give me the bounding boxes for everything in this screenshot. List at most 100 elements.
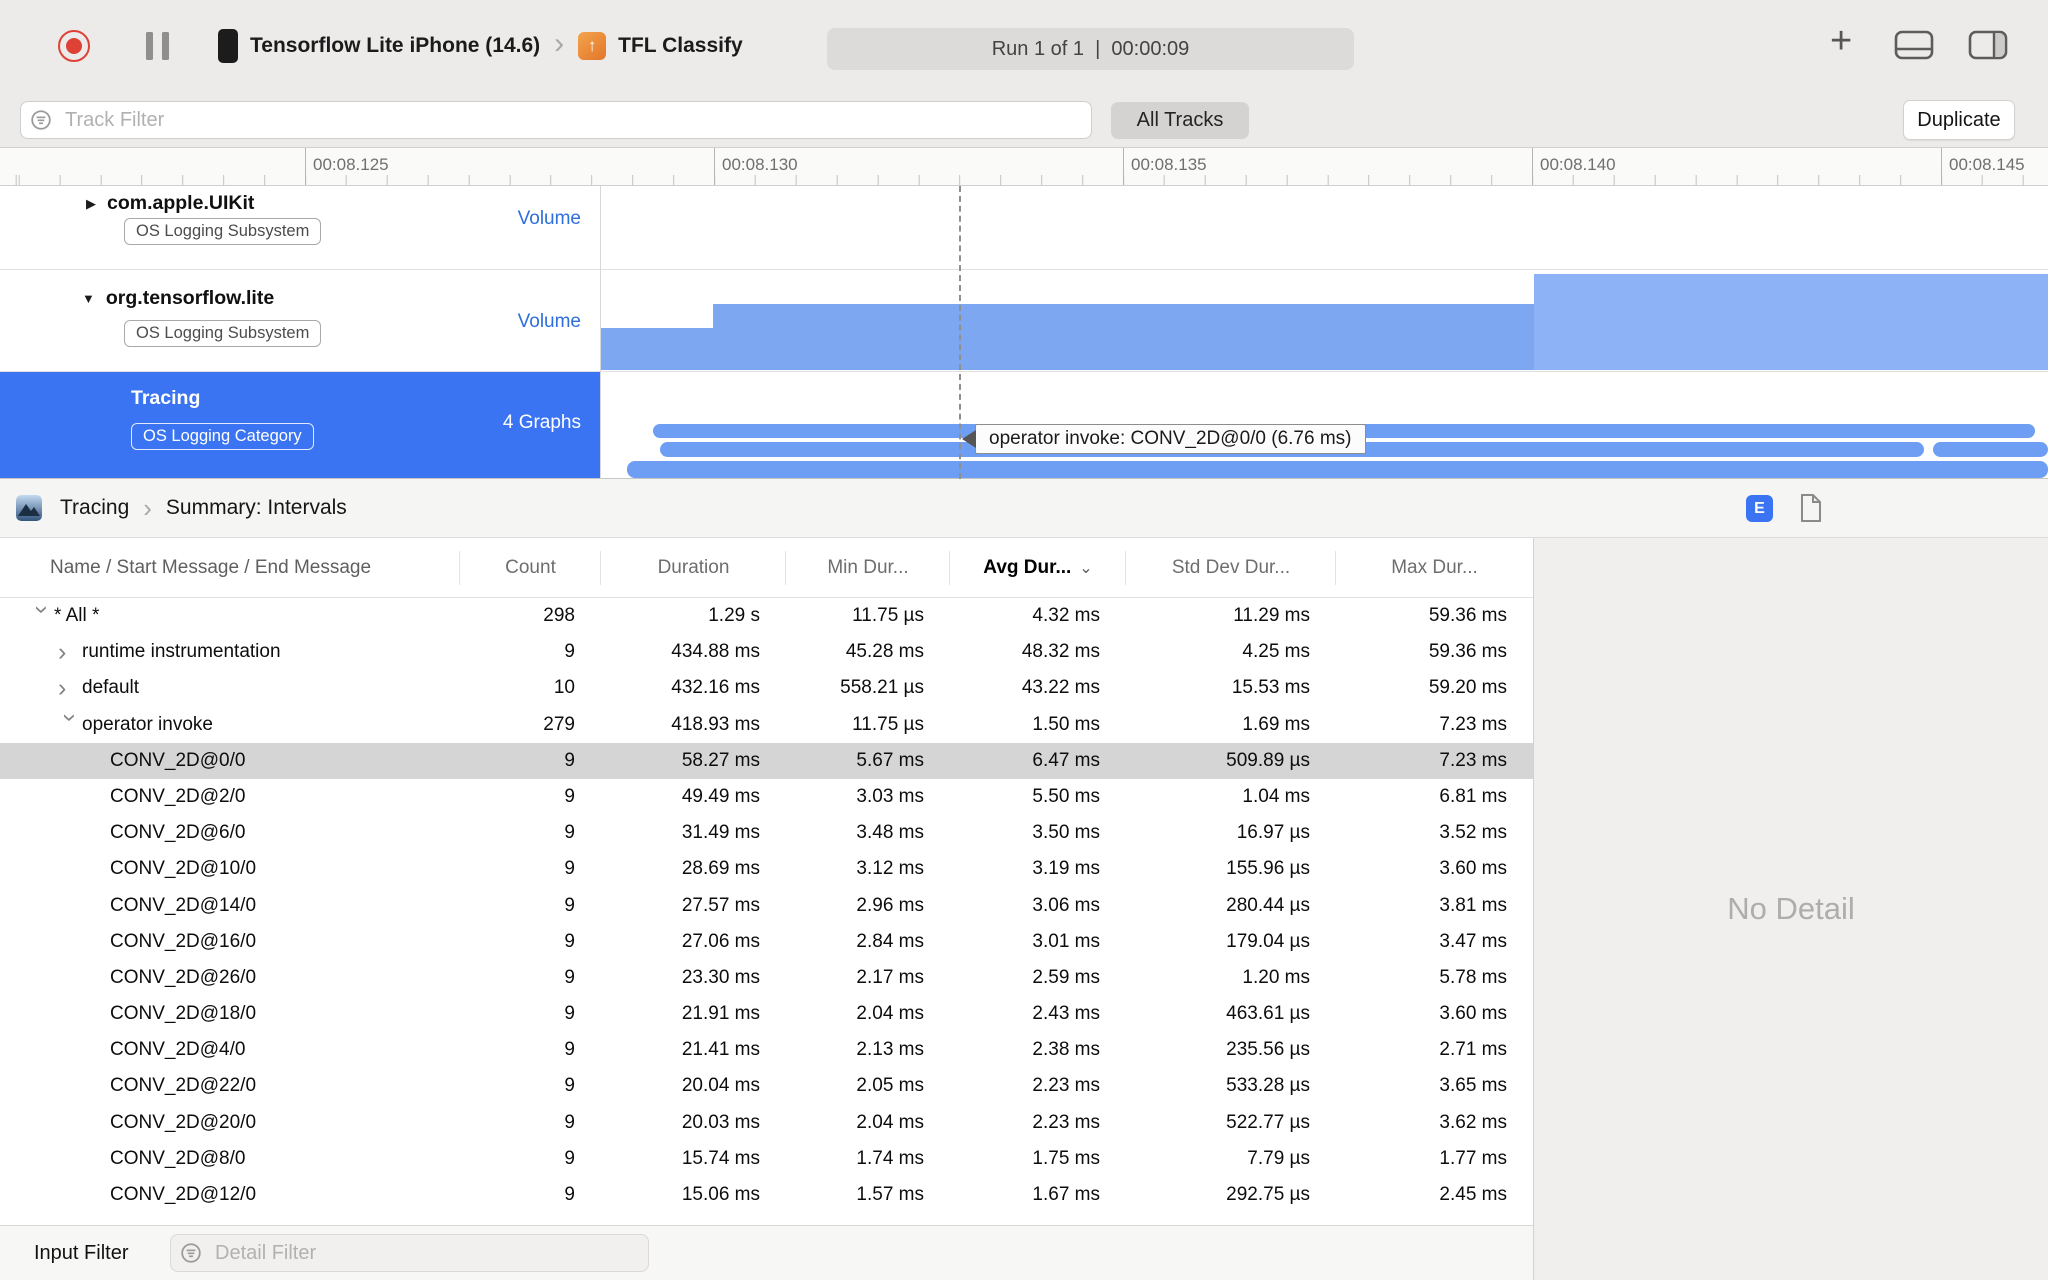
row-stddev-duration: 280.44 µs: [1226, 894, 1310, 916]
row-disclosure-chevron-icon[interactable]: ›: [29, 605, 57, 629]
bottom-pane-toggle-button[interactable]: [1894, 30, 1934, 65]
column-header-max[interactable]: Max Dur...: [1336, 538, 1533, 598]
row-max-duration: 1.77 ms: [1439, 1147, 1507, 1169]
duplicate-button[interactable]: Duplicate: [1903, 100, 2015, 140]
device-target-selector[interactable]: Tensorflow Lite iPhone (14.6) › ↑ TFL Cl…: [218, 0, 743, 92]
table-row[interactable]: CONV_2D@16/0 9 27.06 ms 2.84 ms 3.01 ms …: [0, 924, 1533, 960]
row-min-duration: 2.84 ms: [856, 930, 924, 952]
table-row[interactable]: CONV_2D@6/0 9 31.49 ms 3.48 ms 3.50 ms 1…: [0, 815, 1533, 851]
pause-button[interactable]: [146, 32, 169, 60]
table-row[interactable]: › default 10 432.16 ms 558.21 µs 43.22 m…: [0, 670, 1533, 706]
table-row[interactable]: › operator invoke 279 418.93 ms 11.75 µs…: [0, 707, 1533, 743]
column-header-duration[interactable]: Duration: [601, 538, 786, 598]
row-min-duration: 2.04 ms: [856, 1111, 924, 1133]
row-count: 9: [564, 785, 575, 807]
row-duration: 15.74 ms: [681, 1147, 760, 1169]
row-duration: 15.06 ms: [681, 1184, 760, 1205]
bottom-pane-icon: [1894, 30, 1934, 60]
row-stddev-duration: 155.96 µs: [1226, 858, 1310, 880]
input-filter-label: Input Filter: [34, 1242, 129, 1264]
table-row[interactable]: › runtime instrumentation 9 434.88 ms 45…: [0, 634, 1533, 670]
right-pane-toggle-button[interactable]: [1968, 30, 2008, 65]
row-stddev-duration: 522.77 µs: [1226, 1111, 1310, 1133]
table-row[interactable]: CONV_2D@2/0 9 49.49 ms 3.03 ms 5.50 ms 1…: [0, 779, 1533, 815]
track-row-tensorflow-lite[interactable]: ▼ org.tensorflow.lite OS Logging Subsyst…: [0, 270, 2048, 372]
volume-area-segment: [1534, 274, 2048, 370]
breadcrumb-root[interactable]: Tracing: [60, 496, 129, 520]
table-header-row: Name / Start Message / End Message Count…: [0, 538, 1533, 598]
ruler-label: 00:08.135: [1131, 155, 1207, 174]
table-row[interactable]: CONV_2D@18/0 9 21.91 ms 2.04 ms 2.43 ms …: [0, 996, 1533, 1032]
row-name: * All *: [54, 605, 100, 626]
row-count: 9: [564, 1147, 575, 1169]
document-view-button[interactable]: [1799, 493, 1823, 528]
row-max-duration: 2.45 ms: [1439, 1184, 1507, 1205]
detail-filter-input[interactable]: [170, 1234, 649, 1272]
row-avg-duration: 3.01 ms: [1032, 930, 1100, 952]
filter-icon: [31, 110, 51, 130]
row-avg-duration: 5.50 ms: [1032, 785, 1100, 807]
filter-icon: [181, 1243, 201, 1263]
record-button[interactable]: [58, 30, 90, 62]
row-max-duration: 3.81 ms: [1439, 894, 1507, 916]
duplicate-label: Duplicate: [1917, 108, 2001, 131]
row-stddev-duration: 292.75 µs: [1226, 1184, 1310, 1205]
row-disclosure-chevron-icon[interactable]: ›: [58, 675, 82, 701]
row-duration: 1.29 s: [708, 605, 760, 626]
table-row[interactable]: CONV_2D@0/0 9 58.27 ms 5.67 ms 6.47 ms 5…: [0, 742, 1533, 779]
row-name: operator invoke: [82, 713, 213, 735]
row-disclosure-chevron-icon[interactable]: ›: [57, 714, 85, 738]
timeline-ruler[interactable]: 00:08.125 00:08.130 00:08.135 00:08.140 …: [0, 148, 2048, 186]
row-count: 9: [564, 894, 575, 916]
row-stddev-duration: 16.97 µs: [1236, 822, 1310, 844]
table-row[interactable]: CONV_2D@20/0 9 20.03 ms 2.04 ms 2.23 ms …: [0, 1105, 1533, 1141]
table-row[interactable]: CONV_2D@8/0 9 15.74 ms 1.74 ms 1.75 ms 7…: [0, 1141, 1533, 1177]
track-row-uikit[interactable]: ▶ com.apple.UIKit OS Logging Subsystem V…: [0, 186, 2048, 270]
row-name: CONV_2D@18/0: [110, 1003, 257, 1025]
table-row[interactable]: CONV_2D@22/0 9 20.04 ms 2.05 ms 2.23 ms …: [0, 1068, 1533, 1104]
row-name: CONV_2D@14/0: [110, 894, 257, 916]
table-row[interactable]: CONV_2D@26/0 9 23.30 ms 2.17 ms 2.59 ms …: [0, 960, 1533, 996]
interval-bar[interactable]: [1933, 442, 2048, 457]
table-row[interactable]: CONV_2D@12/0 9 15.06 ms 1.57 ms 1.67 ms …: [0, 1177, 1533, 1213]
track-filter-input[interactable]: [20, 101, 1092, 139]
row-max-duration: 3.47 ms: [1439, 930, 1507, 952]
right-pane-icon: [1968, 30, 2008, 60]
view-mode-e-button[interactable]: E: [1746, 495, 1773, 522]
add-instrument-button[interactable]: +: [1830, 20, 1852, 63]
row-stddev-duration: 463.61 µs: [1226, 1003, 1310, 1025]
row-duration: 28.69 ms: [681, 858, 760, 880]
breadcrumb-leaf[interactable]: Summary: Intervals: [166, 496, 347, 520]
row-stddev-duration: 15.53 ms: [1231, 677, 1310, 699]
row-disclosure-chevron-icon[interactable]: ›: [58, 639, 82, 665]
playhead-dashed-line[interactable]: [959, 186, 961, 479]
row-name: CONV_2D@22/0: [110, 1075, 257, 1097]
row-name: CONV_2D@6/0: [110, 822, 246, 844]
uikit-volume-lane[interactable]: [601, 186, 2048, 269]
row-avg-duration: 2.23 ms: [1032, 1111, 1100, 1133]
table-row[interactable]: CONV_2D@4/0 9 21.41 ms 2.13 ms 2.38 ms 2…: [0, 1032, 1533, 1068]
column-header-avg-sorted[interactable]: Avg Dur... ⌄: [950, 538, 1126, 598]
track-title: Tracing: [131, 387, 201, 409]
table-row[interactable]: CONV_2D@14/0 9 27.57 ms 2.96 ms 3.06 ms …: [0, 888, 1533, 924]
row-stddev-duration: 1.69 ms: [1242, 713, 1310, 735]
row-name: CONV_2D@0/0: [110, 749, 246, 771]
row-name: CONV_2D@20/0: [110, 1111, 257, 1133]
row-avg-duration: 3.19 ms: [1032, 858, 1100, 880]
table-row[interactable]: › * All * 298 1.29 s 11.75 µs 4.32 ms 11…: [0, 598, 1533, 634]
column-header-count[interactable]: Count: [460, 538, 601, 598]
table-row[interactable]: CONV_2D@10/0 9 28.69 ms 3.12 ms 3.19 ms …: [0, 851, 1533, 887]
column-header-min[interactable]: Min Dur...: [786, 538, 950, 598]
disclosure-open-icon[interactable]: ▼: [82, 291, 95, 306]
iphone-icon: [218, 29, 238, 63]
row-min-duration: 3.48 ms: [856, 822, 924, 844]
all-tracks-label: All Tracks: [1136, 109, 1224, 131]
all-tracks-button[interactable]: All Tracks: [1111, 102, 1249, 139]
tensorflow-volume-lane[interactable]: [601, 270, 2048, 371]
ruler-minor-ticks: [0, 175, 2048, 185]
row-stddev-duration: 509.89 µs: [1226, 749, 1310, 771]
column-header-name[interactable]: Name / Start Message / End Message: [0, 538, 460, 598]
column-header-stddev[interactable]: Std Dev Dur...: [1126, 538, 1336, 598]
row-min-duration: 3.03 ms: [856, 785, 924, 807]
interval-bar[interactable]: [627, 461, 2048, 478]
